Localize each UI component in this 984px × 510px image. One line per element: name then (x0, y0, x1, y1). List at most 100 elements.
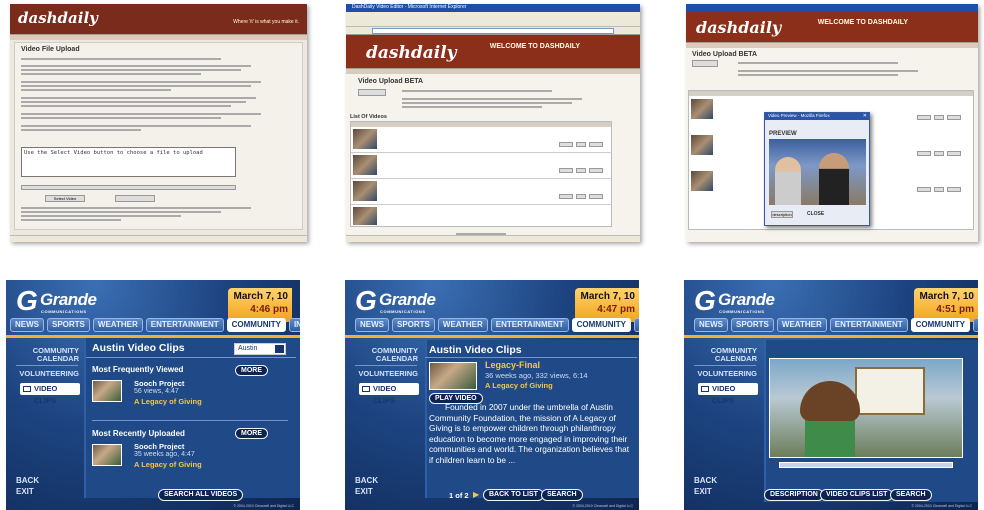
tab-community[interactable]: COMMUNITY (910, 318, 970, 332)
upload-beta-title: Video Upload BETA (358, 78, 424, 85)
tab-info[interactable]: INFO (288, 318, 300, 332)
edit-button[interactable] (934, 115, 944, 120)
search-button[interactable]: SEARCH (890, 489, 932, 501)
close-icon[interactable]: ✕ (863, 113, 867, 119)
upload-textarea[interactable]: Use the Select Video button to choose a … (21, 147, 236, 177)
select-video-button[interactable]: Select Video (45, 195, 85, 202)
tab-news[interactable]: NEWS (10, 318, 44, 332)
description-button[interactable]: description (771, 211, 793, 218)
tab-community[interactable]: COMMUNITY (571, 318, 631, 332)
preview-button[interactable] (917, 115, 931, 120)
back-link[interactable]: BACK (694, 476, 717, 485)
delete-button[interactable] (589, 142, 603, 147)
status-bar (10, 235, 307, 242)
preview-button[interactable] (917, 151, 931, 156)
delete-button[interactable] (589, 194, 603, 199)
preview-video[interactable] (769, 139, 866, 205)
back-link[interactable]: BACK (355, 476, 378, 485)
grande-g-icon: G (694, 285, 716, 316)
exit-link[interactable]: EXIT (355, 487, 373, 496)
address-input[interactable] (372, 28, 614, 34)
text-line (21, 58, 221, 60)
text-line (21, 125, 251, 127)
nav-community-calendar[interactable]: COMMUNITY CALENDAR (15, 347, 79, 363)
tab-sports[interactable]: SPORTS (731, 318, 774, 332)
main-tabs: NEWS SPORTS WEATHER ENTERTAINMENT COMMUN… (694, 318, 978, 332)
preview-button[interactable] (559, 168, 573, 173)
edit-button[interactable] (934, 187, 944, 192)
nav-community-calendar[interactable]: COMMUNITY CALENDAR (354, 347, 418, 363)
tab-info[interactable]: INFO (633, 318, 639, 332)
preview-button[interactable] (559, 194, 573, 199)
edit-button[interactable] (576, 142, 586, 147)
clip-name[interactable]: Sooch Project (134, 379, 184, 388)
exit-link[interactable]: EXIT (694, 487, 712, 496)
more-button[interactable]: MORE (235, 428, 268, 439)
clip-name[interactable]: Sooch Project (134, 442, 184, 451)
nav-volunteering[interactable]: VOLUNTEERING (354, 370, 418, 378)
nav-video-clips[interactable]: VIDEO CLIPS (698, 383, 758, 405)
city-value: Austin (238, 345, 258, 352)
tab-sports[interactable]: SPORTS (47, 318, 90, 332)
tab-news[interactable]: NEWS (694, 318, 728, 332)
nav-community-calendar[interactable]: COMMUNITY CALENDAR (693, 347, 757, 363)
delete-button[interactable] (589, 168, 603, 173)
videos-table (350, 121, 612, 227)
video-clips-list-button[interactable]: VIDEO CLIPS LIST (820, 489, 894, 501)
welcome-text: WELCOME TO DASHDAILY (489, 43, 580, 50)
edit-button[interactable] (576, 194, 586, 199)
next-arrow-icon[interactable]: ▶ (473, 490, 479, 499)
clip-thumbnail[interactable] (92, 444, 122, 466)
clip-thumbnail[interactable] (92, 380, 122, 402)
person-figure (775, 157, 801, 205)
tab-entertainment[interactable]: ENTERTAINMENT (490, 318, 569, 332)
tab-weather[interactable]: WEATHER (92, 318, 143, 332)
preview-close-link[interactable]: CLOSE (807, 211, 824, 217)
back-to-list-button[interactable]: BACK TO LIST (483, 489, 544, 501)
delete-button[interactable] (947, 115, 961, 120)
tab-info[interactable]: INFO (972, 318, 978, 332)
more-button[interactable]: MORE (235, 365, 268, 376)
exit-link[interactable]: EXIT (16, 487, 34, 496)
logo-sub: COMMUNICATIONS (41, 309, 87, 314)
girl-hair (800, 381, 860, 421)
nav-video-clips[interactable]: VIDEO CLIPS (359, 383, 419, 405)
text-line (738, 74, 898, 76)
dashdaily-header: dashdaily Where 'it' is what you make it… (10, 4, 307, 34)
nav-volunteering[interactable]: VOLUNTEERING (693, 370, 757, 378)
tab-sports[interactable]: SPORTS (392, 318, 435, 332)
preview-button[interactable] (559, 142, 573, 147)
preview-button[interactable] (917, 187, 931, 192)
search-button[interactable]: SEARCH (541, 489, 583, 501)
text-line (402, 106, 542, 108)
delete-button[interactable] (947, 151, 961, 156)
tab-community[interactable]: COMMUNITY (226, 318, 286, 332)
page-title: Austin Video Clips (429, 344, 522, 356)
description-button[interactable]: DESCRIPTION (764, 489, 824, 501)
video-player[interactable] (769, 358, 963, 458)
content-panel (84, 338, 300, 498)
copyright: © 2004-2010 Clearwell and Digital LLC (233, 504, 294, 508)
camera-icon (362, 386, 370, 392)
city-select[interactable]: Austin (234, 343, 286, 355)
delete-button[interactable] (947, 187, 961, 192)
nav-video-clips[interactable]: VIDEO CLIPS (20, 383, 80, 405)
tab-weather[interactable]: WEATHER (776, 318, 827, 332)
upload-new-video-button[interactable] (358, 89, 386, 96)
table-row (351, 152, 611, 153)
upload-button[interactable] (115, 195, 155, 202)
edit-button[interactable] (576, 168, 586, 173)
video-thumb (353, 129, 377, 149)
clip-thumbnail[interactable] (429, 362, 477, 390)
video-progress-bar[interactable] (779, 462, 953, 468)
upload-title: Video File Upload (21, 46, 80, 53)
upload-new-video-button[interactable] (692, 60, 718, 67)
tab-entertainment[interactable]: ENTERTAINMENT (829, 318, 908, 332)
tab-news[interactable]: NEWS (355, 318, 389, 332)
back-link[interactable]: BACK (16, 476, 39, 485)
edit-button[interactable] (934, 151, 944, 156)
search-all-videos-button[interactable]: SEARCH ALL VIDEOS (158, 489, 244, 501)
tab-weather[interactable]: WEATHER (437, 318, 488, 332)
tab-entertainment[interactable]: ENTERTAINMENT (145, 318, 224, 332)
nav-volunteering[interactable]: VOLUNTEERING (15, 370, 79, 378)
